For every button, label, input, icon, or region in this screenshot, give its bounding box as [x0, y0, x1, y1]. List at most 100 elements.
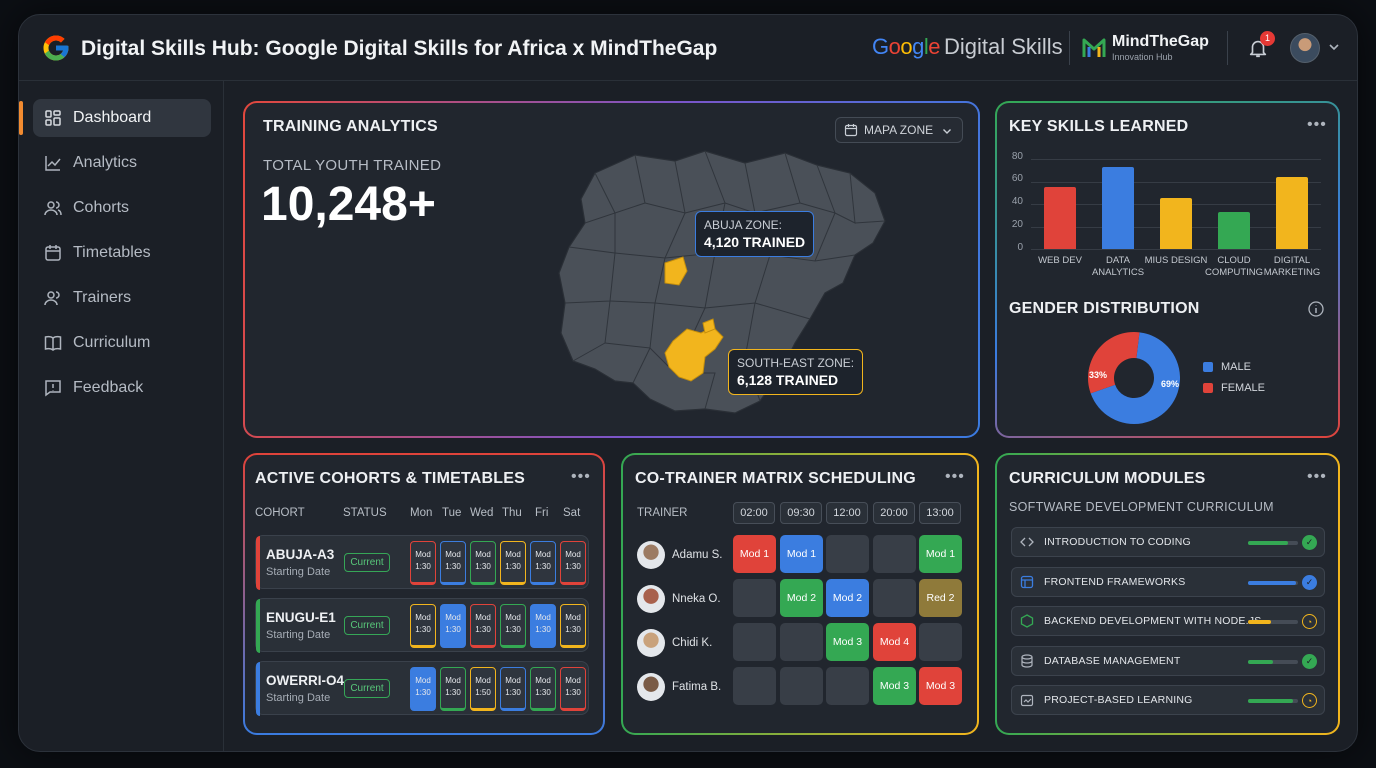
schedule-cell[interactable]: Mod 1: [919, 535, 962, 573]
y-tick: 80: [1011, 151, 1023, 162]
schedule-slot[interactable]: Mod 1:30: [560, 541, 586, 585]
schedule-slot[interactable]: Mod 1:30: [560, 667, 586, 711]
cohort-row[interactable]: ABUJA-A3 Starting Date Current Mod 1:30 Mod 1:…: [255, 535, 589, 590]
database-icon: [1021, 653, 1033, 668]
tooltip-value: 4,120 TRAINED: [704, 234, 806, 250]
users-icon: [44, 201, 62, 216]
sidebar-item-analytics[interactable]: Analytics: [33, 144, 211, 182]
time-slot-header[interactable]: 13:00: [919, 502, 961, 524]
sidebar-item-timetables[interactable]: Timetables: [33, 234, 211, 272]
slot-label: Mod: [565, 613, 581, 622]
schedule-slot[interactable]: Mod 1:30: [530, 541, 556, 585]
schedule-slot[interactable]: Mod 1:30: [530, 604, 556, 648]
y-tick: 20: [1011, 219, 1023, 230]
module-row[interactable]: INTRODUCTION TO CODING ✓: [1011, 527, 1325, 557]
app-window: Digital Skills Hub: Google Digital Skill…: [18, 14, 1358, 752]
donut-slice-female[interactable]: [1088, 332, 1140, 394]
cohort-start-date: Starting Date: [266, 566, 331, 578]
status-badge: Current: [344, 553, 390, 572]
dashboard-icon: [45, 110, 61, 126]
more-options-icon[interactable]: •••: [571, 468, 591, 486]
schedule-cell[interactable]: [733, 667, 776, 705]
more-options-icon[interactable]: •••: [945, 468, 965, 486]
schedule-cell[interactable]: Mod 3: [919, 667, 962, 705]
time-slot-header[interactable]: 09:30: [780, 502, 822, 524]
schedule-cell[interactable]: [733, 623, 776, 661]
cohort-accent: [256, 536, 260, 590]
slot-time: 1:30: [415, 562, 431, 571]
skills-bar-chart: 80 60 40 20 0 WEB DEV DATA ANALYTICS MIUS …: [997, 103, 1337, 293]
cohort-row[interactable]: OWERRI-O4 Starting Date Current Mod 1:30 Mod 1…: [255, 661, 589, 716]
progress-fill: [1248, 620, 1271, 624]
schedule-cell[interactable]: [826, 667, 869, 705]
x-tick-label: DIGITAL MARKETING: [1263, 255, 1321, 278]
time-slot-header[interactable]: 02:00: [733, 502, 775, 524]
sidebar-item-dashboard[interactable]: Dashboard: [19, 99, 211, 137]
info-icon[interactable]: [1307, 300, 1325, 318]
schedule-slot[interactable]: Mod 1:30: [530, 667, 556, 711]
schedule-slot[interactable]: Mod 1:30: [560, 604, 586, 648]
module-row[interactable]: PROJECT-BASED LEARNING ◔: [1011, 685, 1325, 715]
sidebar-item-label: Curriculum: [73, 334, 151, 351]
module-row[interactable]: BACKEND DEVELOPMENT WITH NODE.JS ◔: [1011, 606, 1325, 636]
skill-bar[interactable]: [1044, 187, 1076, 249]
time-slot-header[interactable]: 20:00: [873, 502, 915, 524]
skill-bar[interactable]: [1160, 198, 1192, 249]
cohort-row[interactable]: ENUGU-E1 Starting Date Current Mod 1:30 Mod 1:…: [255, 598, 589, 653]
skill-bar[interactable]: [1102, 166, 1134, 249]
schedule-cell[interactable]: Mod 4: [873, 623, 916, 661]
module-title: FRONTEND FRAMEWORKS: [1044, 575, 1186, 588]
schedule-slot[interactable]: Mod 1:30: [470, 541, 496, 585]
sidebar-item-cohorts[interactable]: Cohorts: [33, 189, 211, 227]
schedule-cell[interactable]: Mod 2: [780, 579, 823, 617]
schedule-slot[interactable]: Mod 1:30: [410, 667, 436, 711]
chevron-down-icon[interactable]: [1328, 41, 1340, 53]
sidebar-item-curriculum[interactable]: Curriculum: [33, 324, 211, 362]
schedule-cell[interactable]: Mod 3: [873, 667, 916, 705]
schedule-slot[interactable]: Mod 1:30: [410, 541, 436, 585]
sidebar-item-feedback[interactable]: Feedback: [33, 369, 211, 407]
schedule-slot[interactable]: Mod 1:30: [440, 604, 466, 648]
slot-time: 1:30: [505, 625, 521, 634]
slot-label: Mod: [565, 550, 581, 559]
schedule-cell[interactable]: [733, 579, 776, 617]
schedule-slot[interactable]: Mod 1:30: [500, 541, 526, 585]
schedule-cell[interactable]: [919, 623, 962, 661]
schedule-cell[interactable]: [780, 623, 823, 661]
schedule-slot[interactable]: Mod 1:30: [440, 541, 466, 585]
schedule-cell[interactable]: [826, 535, 869, 573]
slot-time: 1:50: [475, 688, 491, 697]
schedule-slot[interactable]: Mod 1:30: [500, 604, 526, 648]
module-title: INTRODUCTION TO CODING: [1044, 536, 1191, 548]
schedule-slot[interactable]: Mod 1:30: [500, 667, 526, 711]
schedule-cell[interactable]: Mod 1: [780, 535, 823, 573]
schedule-slot[interactable]: Mod 1:30: [440, 667, 466, 711]
schedule-cell[interactable]: [873, 535, 916, 573]
sidebar-item-trainers[interactable]: Trainers: [33, 279, 211, 317]
schedule-cell[interactable]: Mod 1: [733, 535, 776, 573]
layout-icon: [1020, 575, 1034, 588]
module-row[interactable]: DATABASE MANAGEMENT ✓: [1011, 645, 1325, 676]
schedule-cell[interactable]: Mod 2: [826, 579, 869, 617]
schedule-cell[interactable]: Red 2: [919, 579, 962, 617]
module-row[interactable]: FRONTEND FRAMEWORKS ✓: [1011, 566, 1325, 597]
card-title: TRAINING ANALYTICS: [263, 118, 438, 135]
schedule-cell[interactable]: Mod 3: [826, 623, 869, 661]
time-slot-header[interactable]: 12:00: [826, 502, 868, 524]
schedule-slot[interactable]: Mod 1:50: [470, 667, 496, 711]
skill-bar[interactable]: [1276, 177, 1308, 249]
mindthegap-logo-icon: [1082, 38, 1106, 57]
curriculum-card: CURRICULUM MODULES ••• SOFTWARE DEVELOPM…: [995, 453, 1340, 735]
avatar[interactable]: [1290, 33, 1320, 63]
schedule-cell[interactable]: [873, 579, 916, 617]
slot-time: 1:30: [565, 562, 581, 571]
progress-fill: [1248, 541, 1288, 545]
schedule-cell[interactable]: [780, 667, 823, 705]
schedule-slot[interactable]: Mod 1:30: [410, 604, 436, 648]
zone-select[interactable]: MAPA ZONE: [835, 117, 963, 143]
more-options-icon[interactable]: •••: [1307, 468, 1327, 486]
skill-bar[interactable]: [1218, 211, 1250, 249]
female-pct-label: 33%: [1089, 370, 1108, 380]
progress-track: [1248, 699, 1298, 703]
schedule-slot[interactable]: Mod 1:30: [470, 604, 496, 648]
